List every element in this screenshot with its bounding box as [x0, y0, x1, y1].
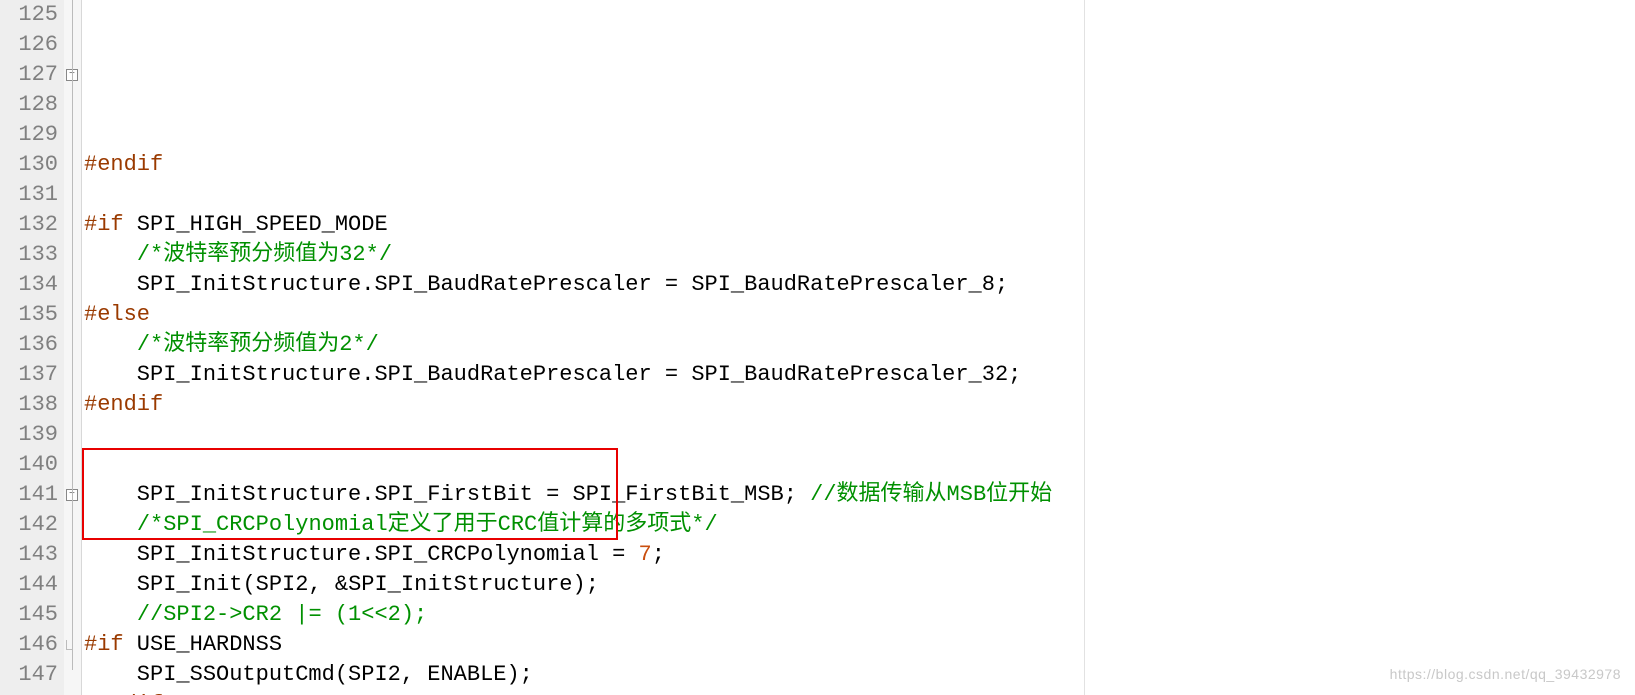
line-number: 144: [0, 570, 58, 600]
code-line[interactable]: /*波特率预分频值为32*/: [84, 240, 1635, 270]
code-line[interactable]: [84, 420, 1635, 450]
code-token: #endif: [84, 392, 163, 417]
code-line[interactable]: #if USE_HARDNSS: [84, 630, 1635, 660]
line-number: 130: [0, 150, 58, 180]
code-token: SPI_BaudRatePrescaler_32: [691, 362, 1008, 387]
code-token: SPI_InitStructure: [84, 362, 361, 387]
code-token: SPI_InitStructure: [84, 542, 361, 567]
code-line[interactable]: /*波特率预分频值为2*/: [84, 330, 1635, 360]
line-number: 142: [0, 510, 58, 540]
code-token: SPI_FirstBit: [374, 482, 546, 507]
code-token: [84, 242, 137, 267]
line-number: 141: [0, 480, 58, 510]
code-line[interactable]: SPI_InitStructure.SPI_BaudRatePrescaler …: [84, 360, 1635, 390]
code-line[interactable]: [84, 180, 1635, 210]
line-number: 134: [0, 270, 58, 300]
code-line[interactable]: SPI_Init(SPI2, &SPI_InitStructure);: [84, 570, 1635, 600]
code-token: =: [665, 272, 691, 297]
code-token: .: [361, 272, 374, 297]
code-token: .: [361, 482, 374, 507]
line-number: 135: [0, 300, 58, 330]
code-line[interactable]: #if SPI_HIGH_SPEED_MODE: [84, 210, 1635, 240]
code-token: (: [242, 572, 255, 597]
column-ruler: [1084, 0, 1085, 695]
code-token: .: [361, 362, 374, 387]
code-token: SPI_BaudRatePrescaler: [374, 272, 664, 297]
code-line[interactable]: [84, 450, 1635, 480]
code-token: );: [573, 572, 599, 597]
code-token: /*波特率预分频值为32*/: [137, 242, 392, 267]
code-token: SPI_SSOutputCmd: [84, 662, 335, 687]
code-token: =: [665, 362, 691, 387]
fold-column[interactable]: −−: [64, 0, 82, 695]
code-token: SPI_BaudRatePrescaler_8: [691, 272, 995, 297]
line-number: 125: [0, 0, 58, 30]
code-token: ,: [401, 662, 427, 687]
watermark-text: https://blog.csdn.net/qq_39432978: [1390, 659, 1621, 689]
code-token: /*SPI_CRCPolynomial定义了用于CRC值计算的多项式*/: [137, 512, 718, 537]
code-token: ;: [995, 272, 1008, 297]
code-token: , &: [308, 572, 348, 597]
line-number: 146: [0, 630, 58, 660]
line-number: 140: [0, 450, 58, 480]
code-token: #if: [84, 212, 124, 237]
code-token: SPI_InitStructure: [84, 482, 361, 507]
code-token: [84, 602, 137, 627]
line-number: 137: [0, 360, 58, 390]
code-line[interactable]: #endif: [84, 150, 1635, 180]
code-token: SPI_Init: [84, 572, 242, 597]
code-line[interactable]: //SPI2->CR2 |= (1<<2);: [84, 600, 1635, 630]
code-token: SPI_BaudRatePrescaler: [374, 362, 664, 387]
code-token: (: [335, 662, 348, 687]
code-token: 7: [639, 542, 652, 567]
code-token: SPI_HIGH_SPEED_MODE: [124, 212, 388, 237]
code-token: #endif: [84, 152, 163, 177]
code-line[interactable]: SPI_InitStructure.SPI_FirstBit = SPI_Fir…: [84, 480, 1635, 510]
line-number: 133: [0, 240, 58, 270]
code-token: SPI_CRCPolynomial: [374, 542, 612, 567]
code-token: SPI2: [256, 572, 309, 597]
code-token: USE_HARDNSS: [124, 632, 282, 657]
line-number: 143: [0, 540, 58, 570]
code-line[interactable]: #endif: [84, 690, 1635, 695]
code-token: SPI_InitStructure: [348, 572, 572, 597]
code-token: //SPI2->CR2 |= (1<<2);: [137, 602, 427, 627]
line-number: 127: [0, 60, 58, 90]
code-line[interactable]: #else: [84, 300, 1635, 330]
code-token: ;: [1008, 362, 1021, 387]
line-number: 132: [0, 210, 58, 240]
code-token: #if: [84, 632, 124, 657]
line-number: 139: [0, 420, 58, 450]
code-token: ;: [784, 482, 810, 507]
code-line[interactable]: SPI_InitStructure.SPI_CRCPolynomial = 7;: [84, 540, 1635, 570]
code-line[interactable]: SPI_InitStructure.SPI_BaudRatePrescaler …: [84, 270, 1635, 300]
line-number: 128: [0, 90, 58, 120]
line-number: 131: [0, 180, 58, 210]
code-token: =: [546, 482, 572, 507]
line-number: 145: [0, 600, 58, 630]
line-number: 147: [0, 660, 58, 690]
code-token: .: [361, 542, 374, 567]
code-line[interactable]: /*SPI_CRCPolynomial定义了用于CRC值计算的多项式*/: [84, 510, 1635, 540]
code-token: );: [506, 662, 532, 687]
code-token: ENABLE: [427, 662, 506, 687]
line-number: 138: [0, 390, 58, 420]
code-token: SPI_FirstBit_MSB: [573, 482, 784, 507]
line-number: 126: [0, 30, 58, 60]
code-token: [84, 332, 137, 357]
code-token: [84, 512, 137, 537]
code-token: ;: [652, 542, 665, 567]
code-token: /*波特率预分频值为2*/: [137, 332, 379, 357]
code-token: SPI2: [348, 662, 401, 687]
code-editor[interactable]: 1251261271281291301311321331341351361371…: [0, 0, 1635, 695]
line-number: 136: [0, 330, 58, 360]
code-area[interactable]: #endif #if SPI_HIGH_SPEED_MODE /*波特率预分频值为…: [82, 0, 1635, 695]
code-token: #else: [84, 302, 150, 327]
code-token: =: [612, 542, 638, 567]
line-number-gutter: 1251261271281291301311321331341351361371…: [0, 0, 64, 695]
line-number: 129: [0, 120, 58, 150]
code-token: //数据传输从MSB位开始: [810, 482, 1052, 507]
code-line[interactable]: #endif: [84, 390, 1635, 420]
code-token: SPI_InitStructure: [84, 272, 361, 297]
